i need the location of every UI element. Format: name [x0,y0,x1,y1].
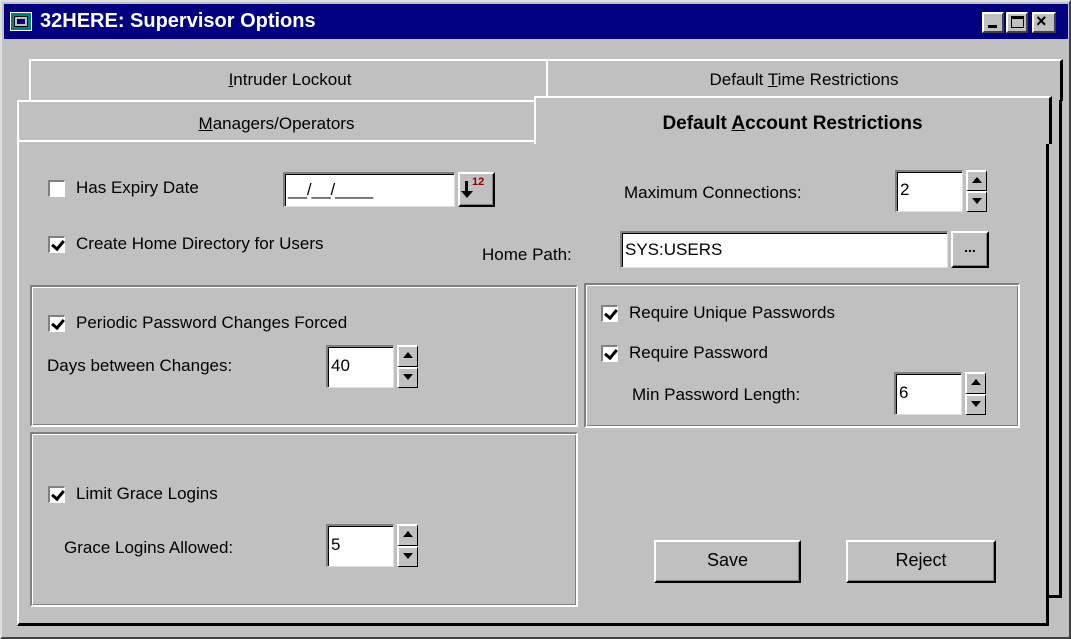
tab-label-suffix: ime Restrictions [777,70,899,89]
calendar-arrow-head [461,191,473,198]
require-unique-passwords-label: Require Unique Passwords [629,303,835,322]
days-between-spinner[interactable] [397,345,418,388]
tab-label-prefix: Default [709,70,768,89]
calendar-button[interactable]: 12 [458,172,495,207]
close-button[interactable]: × [1032,11,1056,33]
tab-default-time-restrictions[interactable]: Default Time Restrictions [546,59,1063,101]
create-home-directory-checkbox[interactable] [48,236,65,253]
expiry-date-input[interactable]: __/__/____ [283,172,455,207]
min-password-length-input[interactable]: 6 [894,372,962,415]
reject-button[interactable]: Reject [846,540,996,583]
days-between-input[interactable]: 40 [326,345,394,388]
grace-logins-allowed-label: Grace Logins Allowed: [64,538,234,557]
has-expiry-date-label: Has Expiry Date [76,178,199,197]
browse-button[interactable]: ... [951,231,989,268]
max-connections-label: Maximum Connections: [624,183,802,202]
home-path-input[interactable]: SYS:USERS [620,231,948,268]
spin-down-button[interactable] [966,191,987,212]
has-expiry-date-checkbox[interactable] [48,180,65,197]
tab-label-mnemonic: A [731,113,746,134]
tab-managers-operators[interactable]: Managers/Operators [17,100,537,142]
grace-logins-group [30,432,578,607]
tab-label-suffix: anagers/Operators [212,114,355,133]
periodic-password-checkbox[interactable] [48,315,65,332]
save-button[interactable]: Save [654,540,801,583]
minimize-icon [988,25,997,28]
arrow-up-icon [403,531,413,537]
arrow-down-icon [403,373,413,380]
grace-logins-allowed-spinner[interactable] [397,524,418,567]
home-path-label: Home Path: [482,245,572,264]
min-password-length-label: Min Password Length: [632,385,801,404]
spin-down-button[interactable] [397,545,418,567]
tab-label-prefix: Default [662,113,732,134]
spin-up-button[interactable] [397,524,418,546]
require-unique-passwords-checkbox[interactable] [601,305,618,322]
calendar-icon: 12 [461,176,490,203]
minimize-button[interactable] [982,12,1004,33]
spin-up-button[interactable] [397,345,418,367]
spin-down-button[interactable] [397,366,418,388]
spin-up-button[interactable] [966,170,987,191]
grace-logins-allowed-input[interactable]: 5 [326,524,394,567]
close-icon: × [1036,11,1047,31]
arrow-up-icon [971,379,981,385]
arrow-down-icon [971,400,981,407]
back-panel-edge-bottom [1049,595,1062,598]
app-icon [10,12,32,31]
limit-grace-logins-label: Limit Grace Logins [76,484,218,503]
panel-top-edge [19,140,536,142]
spin-down-button[interactable] [965,393,986,415]
title-bar[interactable]: 32HERE: Supervisor Options × [4,4,1068,39]
tab-label-mnemonic: T [767,70,778,89]
min-password-length-spinner[interactable] [965,372,986,415]
arrow-up-icon [972,177,982,183]
tab-label-mnemonic: M [198,114,213,133]
calendar-icon-day: 12 [472,176,485,188]
tab-label-suffix: ntruder Lockout [233,70,352,89]
arrow-up-icon [403,352,413,358]
back-panel-edge [1059,100,1062,598]
tab-intruder-lockout[interactable]: Intruder Lockout [29,59,552,101]
periodic-password-label: Periodic Password Changes Forced [76,313,348,332]
maximize-icon [1011,16,1024,28]
tab-label-suffix: ccount Restrictions [745,113,923,134]
max-connections-spinner[interactable] [966,170,987,212]
limit-grace-logins-checkbox[interactable] [48,486,65,503]
maximize-button[interactable] [1006,12,1028,33]
tab-default-account-restrictions[interactable]: Default Account Restrictions [534,96,1052,144]
require-password-checkbox[interactable] [601,345,618,362]
arrow-down-icon [972,198,982,204]
arrow-down-icon [403,552,413,559]
create-home-directory-label: Create Home Directory for Users [76,234,324,253]
max-connections-input[interactable]: 2 [895,170,963,212]
require-password-label: Require Password [629,343,768,362]
spin-up-button[interactable] [965,372,986,394]
window-title: 32HERE: Supervisor Options [40,10,316,32]
days-between-label: Days between Changes: [47,356,233,375]
